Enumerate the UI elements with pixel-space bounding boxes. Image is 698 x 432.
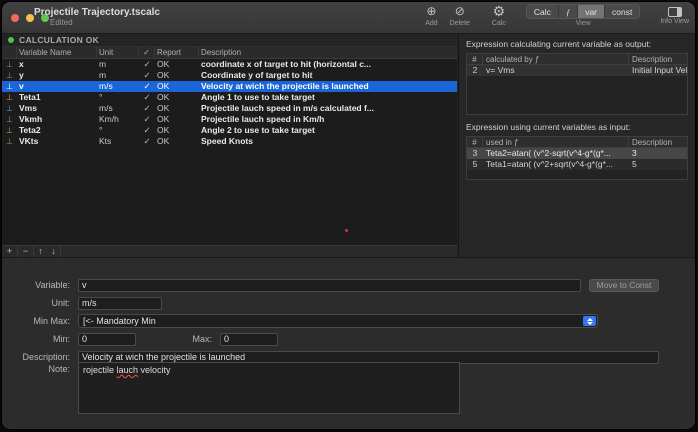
variable-label: Variable: — [35, 280, 70, 290]
output-variable-icon: ⊥ — [6, 104, 13, 113]
add-row-button[interactable]: + — [2, 246, 18, 257]
description-label: Description: — [22, 352, 70, 362]
table-row-x[interactable]: ⊥ x m ✓ OK coordinate x of target to hit… — [2, 59, 457, 70]
output-expression-row[interactable]: 2 v= Vms Initial Input Velocity of pr... — [467, 65, 687, 76]
add-circle-icon: ⊕ — [426, 4, 437, 18]
col-unit[interactable]: Unit — [97, 47, 139, 58]
remove-row-button[interactable]: − — [18, 246, 34, 257]
window-title: Projectile Trajectory.tscalc — [34, 7, 160, 18]
input-expressions-table: # used in ƒ Description 3 Teta2=atan( (v… — [466, 136, 688, 180]
unit-label: Unit: — [51, 298, 70, 308]
delete-button[interactable]: ⊘ Delete — [450, 4, 470, 27]
output-expressions-header: # calculated by ƒ Description — [467, 54, 687, 65]
col-description[interactable]: Description — [199, 47, 457, 58]
input-expressions-header: # used in ƒ Description — [467, 137, 687, 148]
calculation-status-text: CALCULATION OK — [19, 35, 100, 45]
move-row-up-button[interactable]: ↑ — [34, 246, 47, 257]
note-textarea[interactable]: rojectile lauch velocity — [78, 362, 460, 414]
gear-icon: ⚙ — [492, 3, 506, 19]
view-segment-var[interactable]: var — [578, 5, 605, 18]
delete-circle-icon: ⊘ — [454, 4, 465, 18]
table-row-vkts[interactable]: ⊥ VKts Kts ✓ OK Speed Knots — [2, 136, 457, 147]
input-variable-icon: ⊥ — [6, 82, 13, 91]
red-dot-artifact — [345, 229, 348, 232]
table-row-v-selected[interactable]: ⊥ v m/s ✓ OK Velocity at wich the projec… — [2, 81, 457, 92]
info-view-button[interactable]: Info View — [660, 4, 689, 25]
add-button[interactable]: ⊕ Add — [425, 4, 437, 27]
titlebar: Projectile Trajectory.tscalc Edited ⊕ Ad… — [2, 2, 695, 34]
check-icon: ✓ — [143, 59, 151, 69]
unit-input[interactable] — [78, 296, 162, 310]
variable-inspector-form: Variable: Move to Const Unit: Min Max: [… — [2, 257, 695, 429]
expressions-panel: Expression calculating current variable … — [458, 34, 695, 257]
close-window-button[interactable] — [11, 14, 19, 22]
output-expressions-title: Expression calculating current variable … — [466, 39, 652, 49]
table-row-vkmh[interactable]: ⊥ Vkmh Km/h ✓ OK Projectile lauch speed … — [2, 114, 457, 125]
variables-table-header: Variable Name Unit ✓ Report Description — [2, 47, 457, 59]
calc-button[interactable]: ⚙ Calc — [492, 3, 506, 28]
table-row-teta2[interactable]: ⊥ Teta2 ° ✓ OK Angle 2 to use to take ta… — [2, 125, 457, 136]
check-icon: ✓ — [143, 125, 151, 135]
window-edited-badge: Edited — [50, 18, 73, 27]
check-icon: ✓ — [143, 136, 151, 146]
view-segmented-control: Calc ƒ var const View — [525, 4, 641, 27]
move-to-const-button[interactable]: Move to Const — [589, 278, 659, 292]
minmax-popup-select[interactable]: [<- Mandatory Min — [78, 314, 598, 328]
output-variable-icon: ⊥ — [6, 93, 13, 102]
title-block: Projectile Trajectory.tscalc Edited — [34, 7, 160, 27]
view-segment-f[interactable]: ƒ — [559, 5, 579, 18]
view-segment-calc[interactable]: Calc — [527, 5, 559, 18]
move-row-down-button[interactable]: ↓ — [47, 246, 60, 257]
variables-panel: CALCULATION OK Variable Name Unit ✓ Repo… — [2, 34, 457, 257]
check-icon: ✓ — [143, 81, 151, 91]
col-row-icon[interactable] — [2, 47, 17, 58]
note-label: Note: — [48, 364, 70, 374]
view-segment-const[interactable]: const — [605, 5, 639, 18]
calculation-status-bar: CALCULATION OK — [2, 34, 457, 47]
output-expressions-table: # calculated by ƒ Description 2 v= Vms I… — [466, 53, 688, 115]
input-expression-row[interactable]: 5 Teta1=atan( (v^2+sqrt(v^4-g*(g*... 5 — [467, 159, 687, 170]
table-row-vms[interactable]: ⊥ Vms m/s ✓ OK Projectile lauch speed in… — [2, 103, 457, 114]
max-label: Max: — [192, 334, 212, 344]
output-variable-icon: ⊥ — [6, 126, 13, 135]
table-row-y[interactable]: ⊥ y m ✓ OK Coordinate y of target to hit — [2, 70, 457, 81]
minmax-label: Min Max: — [33, 316, 70, 326]
check-icon: ✓ — [143, 92, 151, 102]
input-variable-icon: ⊥ — [6, 71, 13, 80]
output-variable-icon: ⊥ — [6, 137, 13, 146]
info-view-icon — [667, 7, 682, 17]
input-expression-row[interactable]: 3 Teta2=atan( (v^2-sqrt(v^4-g*(g*... 3 — [467, 148, 687, 159]
toolbar: ⊕ Add ⊘ Delete ⚙ Calc Calc ƒ var const V… — [419, 3, 691, 28]
app-window: Projectile Trajectory.tscalc Edited ⊕ Ad… — [1, 1, 696, 430]
rows-toolbar: + − ↑ ↓ — [2, 245, 457, 257]
max-input[interactable] — [220, 332, 278, 346]
col-variable-name[interactable]: Variable Name — [17, 47, 97, 58]
table-row-teta1[interactable]: ⊥ Teta1 ° ✓ OK Angle 1 to use to take ta… — [2, 92, 457, 103]
input-variable-icon: ⊥ — [6, 60, 13, 69]
misspelled-word: lauch — [116, 365, 139, 375]
check-icon: ✓ — [143, 114, 151, 124]
popup-chevrons-icon — [583, 316, 596, 326]
col-report[interactable]: Report — [155, 47, 199, 58]
status-green-dot-icon — [8, 37, 14, 43]
input-expressions-title: Expression using current variables as in… — [466, 122, 631, 132]
check-icon: ✓ — [143, 103, 151, 113]
min-input[interactable] — [78, 332, 136, 346]
minimize-window-button[interactable] — [26, 14, 34, 22]
variable-input[interactable] — [78, 278, 581, 292]
col-check[interactable]: ✓ — [139, 47, 155, 58]
min-label: Min: — [52, 334, 70, 344]
variables-table-body: ⊥ x m ✓ OK coordinate x of target to hit… — [2, 59, 457, 245]
check-icon: ✓ — [143, 70, 151, 80]
output-variable-icon: ⊥ — [6, 115, 13, 124]
